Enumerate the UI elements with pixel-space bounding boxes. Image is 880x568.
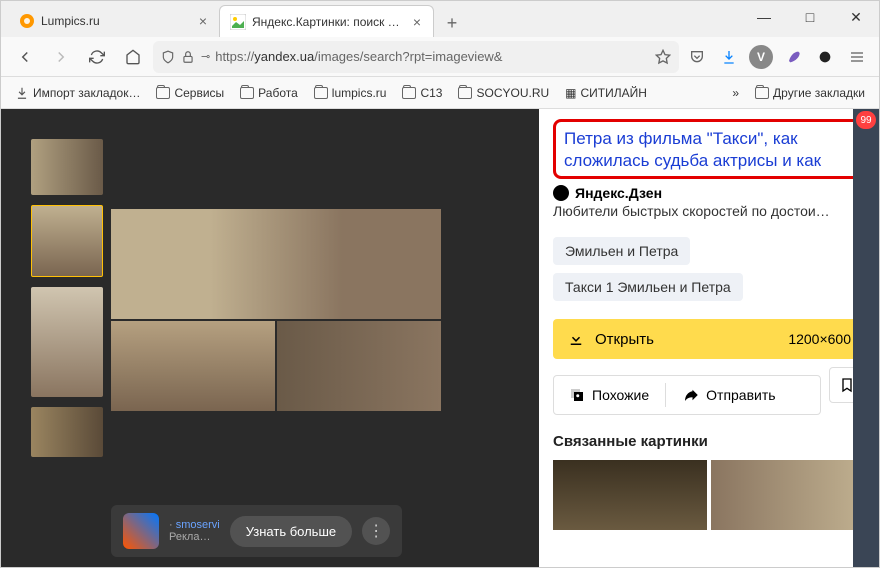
thumbnail-selected[interactable] [31,205,103,277]
download-icon[interactable] [715,43,743,71]
permissions-icon[interactable]: ⊸ [201,50,209,63]
main-image-area: · smoservi Рекла… Узнать больше ⋮ [111,109,539,567]
bookmark-folder[interactable]: SOCYOU.RU [452,82,555,104]
folder-icon [755,87,769,99]
background-gallery-strip [853,109,879,567]
bookmarks-bar: Импорт закладок… Сервисы Работа lumpics.… [1,77,879,109]
source-favicon [553,185,569,201]
image-title-link[interactable]: Петра из фильма "Такси", как сложилась с… [564,128,854,172]
window-close[interactable]: ✕ [833,1,879,33]
bookmark-item[interactable]: ▦СИТИЛАЙН [559,82,653,104]
shield-icon[interactable] [161,50,175,64]
ad-more-icon[interactable]: ⋮ [362,517,390,545]
bookmark-import[interactable]: Импорт закладок… [9,82,146,104]
reload-button[interactable] [81,41,113,73]
tab-title: Яндекс.Картинки: поиск похож [252,15,403,29]
tag[interactable]: Эмильен и Петра [553,237,690,265]
related-image[interactable] [711,460,865,530]
tag[interactable]: Такси 1 Эмильен и Петра [553,273,743,301]
thumbnail-column [1,109,111,567]
ad-cta-button[interactable]: Узнать больше [230,516,352,547]
feather-icon[interactable] [779,43,807,71]
tab-close-icon[interactable]: × [409,14,425,30]
notification-badge: 99 [856,111,876,129]
source-row[interactable]: Яндекс.Дзен [553,185,865,201]
browser-tab-active[interactable]: Яндекс.Картинки: поиск похож × [219,5,434,37]
send-button[interactable]: Отправить [674,386,783,404]
details-panel: Петра из фильма "Такси", как сложилась с… [539,109,879,567]
bookmark-folder[interactable]: C13 [396,82,448,104]
window-minimize[interactable]: — [741,1,787,33]
folder-icon [458,87,472,99]
tags-list: Эмильен и Петра Такси 1 Эмильен и Петра [553,237,865,301]
menu-icon[interactable] [843,43,871,71]
main-image[interactable] [111,209,441,411]
related-image[interactable] [553,460,707,530]
actions-row: Похожие Отправить [553,375,821,415]
star-icon[interactable] [655,49,671,65]
favicon-lumpics [19,13,35,29]
browser-toolbar: ⊸ https://yandex.ua/images/search?rpt=im… [1,37,879,77]
back-button[interactable] [9,41,41,73]
url-text: https://yandex.ua/images/search?rpt=imag… [215,49,649,64]
thumbnail[interactable] [31,139,103,195]
image-description: Любители быстрых скоростей по достои… [553,203,865,219]
tab-close-icon[interactable]: × [195,13,211,29]
window-maximize[interactable]: □ [787,1,833,33]
similar-button[interactable]: Похожие [560,386,657,404]
folder-icon [314,87,328,99]
pocket-icon[interactable] [683,43,711,71]
page-content: · smoservi Рекла… Узнать больше ⋮ Петра … [1,109,879,567]
home-button[interactable] [117,41,149,73]
related-images [553,460,865,530]
bookmarks-overflow[interactable]: » [726,82,745,104]
thumbnail[interactable] [31,287,103,397]
new-tab-button[interactable]: + [438,9,466,37]
avatar[interactable]: V [747,43,775,71]
folder-icon [240,87,254,99]
favicon-yandex-images [230,14,246,30]
window-controls: — □ ✕ [741,1,879,33]
forward-button[interactable] [45,41,77,73]
ad-banner: · smoservi Рекла… Узнать больше ⋮ [111,505,402,557]
ad-icon [123,513,159,549]
related-images-title: Связанные картинки [553,433,865,450]
ad-label: Рекла… [169,531,220,543]
site-icon: ▦ [565,86,576,100]
bookmark-folder[interactable]: Сервисы [150,82,230,104]
lock-icon[interactable] [181,50,195,64]
highlighted-title-box: Петра из фильма "Такси", как сложилась с… [553,119,865,179]
extension-icon[interactable] [811,43,839,71]
tab-title: Lumpics.ru [41,14,189,28]
folder-icon [402,87,416,99]
download-icon [567,330,585,348]
resolution-label: 1200×600 [788,331,851,347]
address-bar[interactable]: ⊸ https://yandex.ua/images/search?rpt=im… [153,41,679,73]
open-label: Открыть [595,331,654,348]
thumbnail[interactable] [31,407,103,457]
browser-tab[interactable]: Lumpics.ru × [9,5,219,37]
bookmark-folder[interactable]: lumpics.ru [308,82,393,104]
folder-icon [156,87,170,99]
source-name: Яндекс.Дзен [575,185,662,201]
open-button[interactable]: Открыть 1200×600 [553,319,865,359]
other-bookmarks[interactable]: Другие закладки [749,82,871,104]
ad-link[interactable]: smoservi [176,519,220,531]
bookmark-folder[interactable]: Работа [234,82,304,104]
